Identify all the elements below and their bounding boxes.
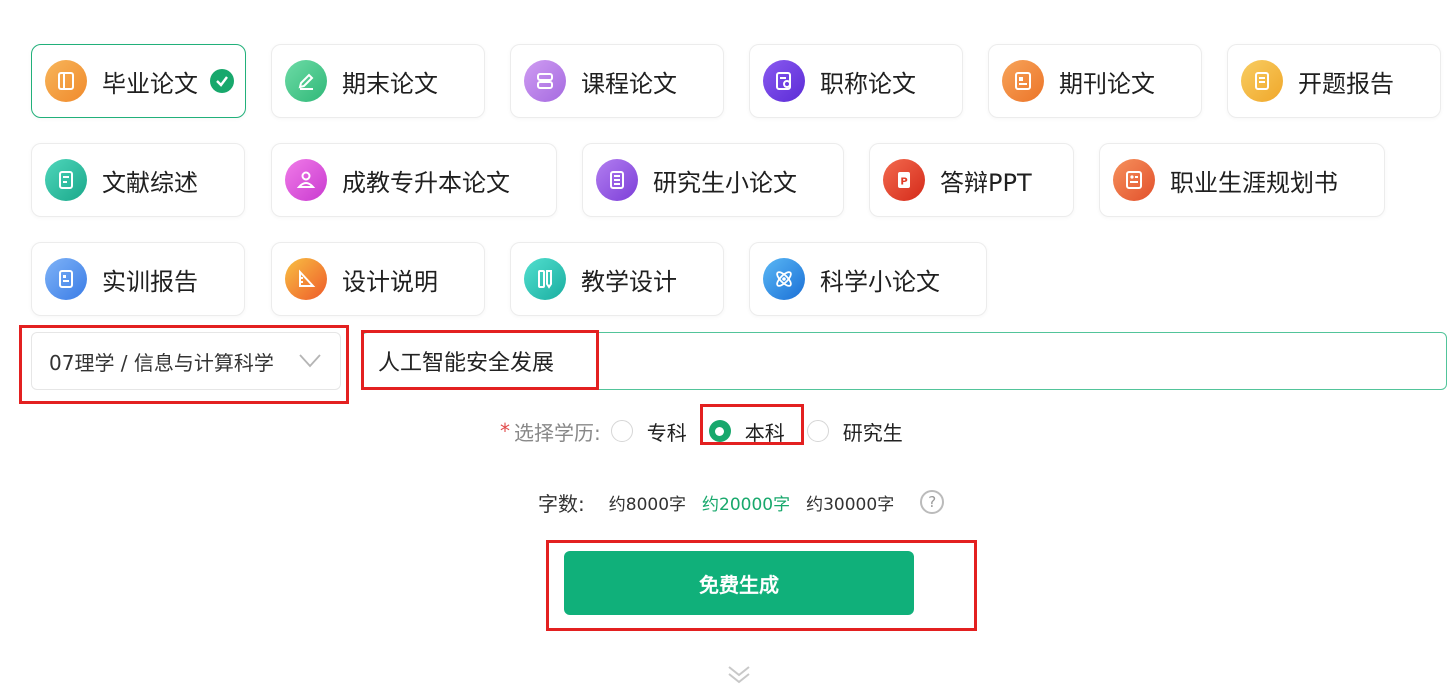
- paper-generator-form: 毕业论文 期末论文 课程论文 职称论文 期刊论文 开题报告 文献综述 成教专升本…: [0, 0, 1450, 699]
- paper-type-defense-ppt[interactable]: P 答辩PPT: [869, 143, 1074, 217]
- topic-input[interactable]: [361, 332, 1447, 390]
- paper-type-label: 成教专升本论文: [342, 168, 510, 197]
- paper-type-professional-title-paper[interactable]: 职称论文: [749, 44, 963, 118]
- course-stack-icon: [524, 60, 566, 102]
- paper-type-graduation-thesis[interactable]: 毕业论文: [31, 44, 246, 118]
- design-ruler-icon: [285, 258, 327, 300]
- paper-type-label: 研究生小论文: [653, 168, 797, 197]
- education-option-label: 专科: [646, 420, 687, 445]
- radio-checked-icon[interactable]: [708, 420, 731, 442]
- paper-type-label: 设计说明: [342, 267, 438, 296]
- word-count-label: 字数:: [538, 491, 585, 516]
- training-report-icon: [45, 258, 87, 300]
- pen-edit-icon: [285, 60, 327, 102]
- career-plan-icon: [1113, 159, 1155, 201]
- subject-select-value: 07理学 / 信息与计算科学: [49, 350, 274, 375]
- paper-type-label: 文献综述: [102, 168, 198, 197]
- education-label: 选择学历:: [514, 420, 601, 445]
- word-count-group: 字数: 约8000字 约20000字 约30000字 ?: [538, 487, 945, 517]
- graduate-paper-icon: [596, 159, 638, 201]
- paper-type-label: 实训报告: [102, 267, 198, 296]
- paper-type-label: 科学小论文: [820, 267, 940, 296]
- education-option-graduate[interactable]: 研究生: [806, 417, 903, 446]
- generate-button[interactable]: 免费生成: [564, 551, 914, 615]
- paper-type-final-paper[interactable]: 期末论文: [271, 44, 485, 118]
- help-icon[interactable]: ?: [920, 490, 945, 514]
- paper-type-adult-education-thesis[interactable]: 成教专升本论文: [271, 143, 557, 217]
- radio-unchecked-icon[interactable]: [610, 420, 633, 442]
- paper-type-proposal-report[interactable]: 开题报告: [1227, 44, 1441, 118]
- paper-type-teaching-design[interactable]: 教学设计: [510, 242, 724, 316]
- paper-type-course-paper[interactable]: 课程论文: [510, 44, 724, 118]
- education-option-associate[interactable]: 专科: [610, 417, 687, 446]
- thesis-book-icon: [45, 60, 87, 102]
- paper-type-label: 职业生涯规划书: [1170, 168, 1338, 197]
- ppt-icon: P: [883, 159, 925, 201]
- education-option-label: 本科: [744, 420, 785, 445]
- title-certificate-icon: [763, 60, 805, 102]
- required-mark: *: [500, 419, 510, 443]
- paper-type-label: 期刊论文: [1059, 69, 1155, 98]
- selected-check-icon: [210, 69, 234, 93]
- paper-type-design-description[interactable]: 设计说明: [271, 242, 485, 316]
- literature-review-icon: [45, 159, 87, 201]
- word-count-option-8000[interactable]: 约8000字: [609, 490, 686, 515]
- word-count-option-20000[interactable]: 约20000字: [702, 490, 790, 515]
- chevron-down-icon: [298, 351, 322, 375]
- paper-type-career-plan[interactable]: 职业生涯规划书: [1099, 143, 1385, 217]
- adult-education-icon: [285, 159, 327, 201]
- paper-type-journal-paper[interactable]: 期刊论文: [988, 44, 1202, 118]
- paper-type-science-short-paper[interactable]: 科学小论文: [749, 242, 987, 316]
- paper-type-label: 教学设计: [581, 267, 677, 296]
- paper-type-label: 答辩PPT: [940, 168, 1032, 197]
- paper-type-label: 职称论文: [820, 69, 916, 98]
- proposal-report-icon: [1241, 60, 1283, 102]
- paper-type-literature-review[interactable]: 文献综述: [31, 143, 245, 217]
- education-level-group: * 选择学历: 专科 本科 研究生: [500, 416, 925, 446]
- education-option-bachelor[interactable]: 本科: [708, 417, 785, 446]
- paper-type-label: 开题报告: [1298, 69, 1394, 98]
- journal-icon: [1002, 60, 1044, 102]
- paper-type-graduate-short-paper[interactable]: 研究生小论文: [582, 143, 844, 217]
- radio-unchecked-icon[interactable]: [806, 420, 829, 442]
- paper-type-label: 期末论文: [342, 69, 438, 98]
- teaching-design-icon: [524, 258, 566, 300]
- atom-science-icon: [763, 258, 805, 300]
- paper-type-label: 毕业论文: [102, 69, 198, 98]
- paper-type-training-report[interactable]: 实训报告: [31, 242, 245, 316]
- paper-type-label: 课程论文: [581, 69, 677, 98]
- double-chevron-down-icon[interactable]: [726, 664, 752, 690]
- education-option-label: 研究生: [842, 420, 903, 445]
- svg-text:P: P: [900, 177, 907, 188]
- word-count-option-30000[interactable]: 约30000字: [806, 490, 894, 515]
- subject-select[interactable]: 07理学 / 信息与计算科学: [31, 332, 341, 390]
